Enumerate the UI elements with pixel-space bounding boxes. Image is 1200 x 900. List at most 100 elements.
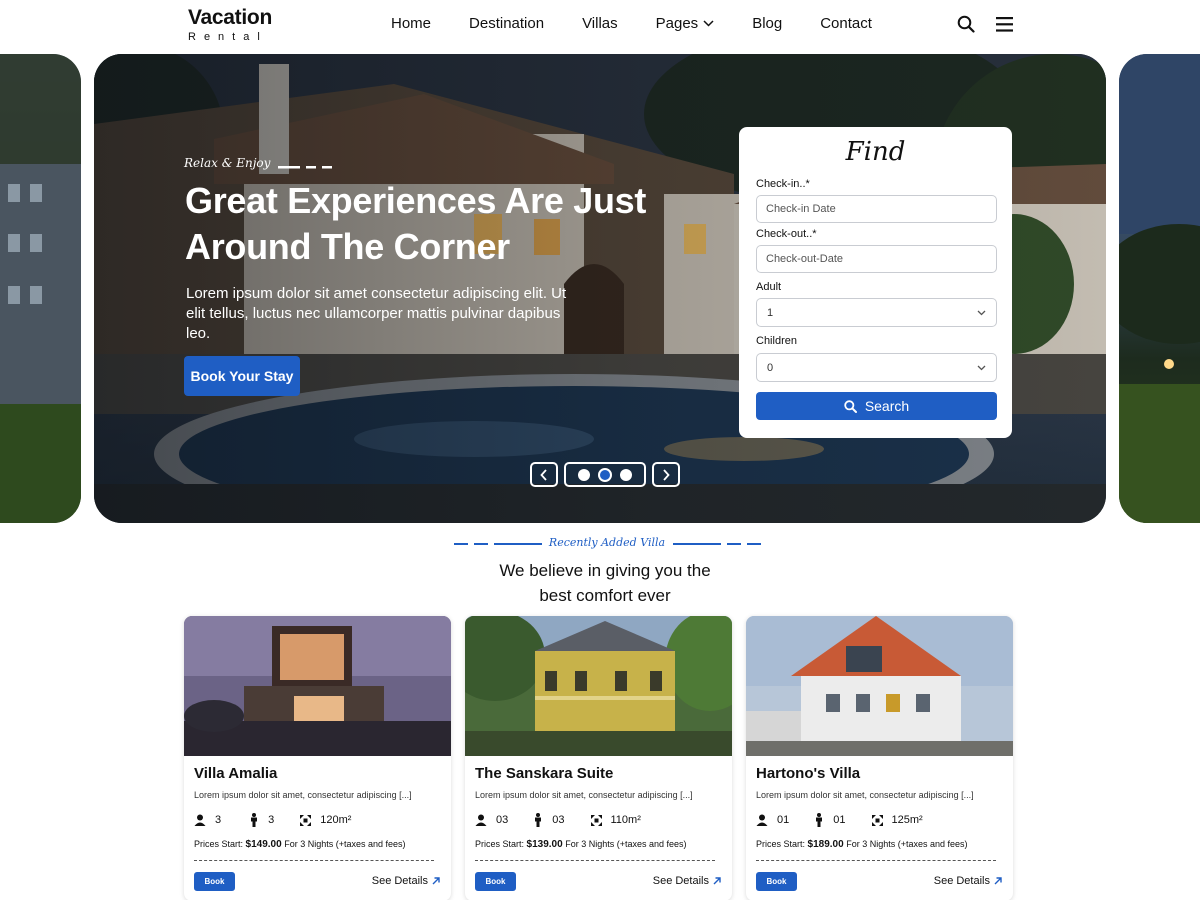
price-note: For 3 Nights (+taxes and fees) — [284, 839, 406, 849]
price-note: For 3 Nights (+taxes and fees) — [846, 839, 968, 849]
adult-select[interactable]: 1 — [756, 298, 997, 327]
card-divider — [756, 860, 996, 861]
book-button[interactable]: Book — [475, 872, 516, 891]
section-title-line-2: best comfort ever — [539, 586, 671, 605]
villa-photo — [746, 616, 1013, 756]
villa-name: Hartono's Villa — [756, 765, 861, 782]
villa-stats: 03 03 110m² — [475, 813, 661, 827]
price-label: Prices Start: — [756, 839, 806, 849]
see-details-link[interactable]: See Details — [372, 875, 440, 887]
villa-photo — [465, 616, 732, 756]
arrow-up-right-icon — [713, 877, 721, 885]
arrow-up-right-icon — [994, 877, 1002, 885]
see-details-link[interactable]: See Details — [934, 875, 1002, 887]
site-header: Vacation Rental Home Destination Villas … — [0, 0, 1200, 52]
nav-pages[interactable]: Pages — [656, 15, 715, 32]
logo-subtitle: Rental — [188, 31, 268, 43]
see-details-link[interactable]: See Details — [653, 875, 721, 887]
checkin-label: Check-in..* — [756, 178, 810, 190]
price-value: $149.00 — [245, 839, 282, 850]
nav-home[interactable]: Home — [391, 15, 431, 32]
area-icon — [300, 814, 312, 826]
area-icon — [590, 814, 602, 826]
chevron-left-icon — [540, 468, 547, 481]
find-title: Find — [845, 137, 906, 167]
next-slide-preview[interactable] — [1119, 54, 1200, 523]
user-icon — [194, 814, 206, 826]
checkout-date-input[interactable]: Check-out-Date — [756, 245, 997, 273]
area-value: 120m² — [320, 814, 352, 826]
section-kicker: Recently Added Villa — [548, 536, 666, 549]
book-your-stay-button[interactable]: Book Your Stay — [184, 356, 300, 396]
guest-count: 3 — [215, 814, 222, 826]
person-icon — [816, 813, 823, 827]
villa-card[interactable]: The Sanskara Suite Lorem ipsum dolor sit… — [465, 616, 732, 900]
villa-price: Prices Start: $139.00 For 3 Nights (+tax… — [475, 839, 687, 850]
room-count: 03 — [552, 814, 565, 826]
villa-photo — [184, 616, 451, 756]
area-value: 110m² — [610, 814, 641, 826]
guest-count: 03 — [496, 814, 509, 826]
search-button-label: Search — [864, 398, 910, 414]
villa-name: The Sanskara Suite — [475, 765, 614, 782]
chevron-down-icon — [977, 365, 986, 370]
slider-dot-1[interactable] — [578, 468, 590, 481]
villa-stats: 3 3 120m² — [194, 813, 371, 827]
checkout-label: Check-out..* — [756, 228, 817, 240]
person-icon — [535, 813, 542, 827]
slider-dot-3[interactable] — [620, 468, 632, 481]
user-icon — [756, 814, 768, 826]
slider-dots — [564, 462, 646, 487]
villa-price: Prices Start: $189.00 For 3 Nights (+tax… — [756, 839, 968, 850]
section-title: We believe in giving you the best comfor… — [0, 558, 1200, 608]
chevron-down-icon — [977, 310, 986, 315]
villa-description: Lorem ipsum dolor sit amet, consectetur … — [475, 790, 693, 800]
slider-next-button[interactable] — [652, 462, 680, 487]
hero-title: Great Experiences Are Just Around The Co… — [185, 180, 647, 267]
logo[interactable]: Vacation Rental — [188, 6, 272, 43]
slider-dot-2[interactable] — [598, 467, 612, 482]
villa-card[interactable]: Hartono's Villa Lorem ipsum dolor sit am… — [746, 616, 1013, 900]
nav-villas[interactable]: Villas — [582, 15, 618, 32]
person-icon — [251, 813, 258, 827]
nav-destination[interactable]: Destination — [469, 15, 544, 32]
book-button[interactable]: Book — [756, 872, 797, 891]
divider-line — [727, 543, 741, 545]
search-icon — [844, 399, 857, 413]
chevron-down-icon — [703, 20, 714, 27]
children-select[interactable]: 0 — [756, 353, 997, 382]
search-button[interactable]: Search — [756, 392, 997, 420]
user-icon — [475, 814, 487, 826]
nav-contact[interactable]: Contact — [820, 15, 872, 32]
room-count: 01 — [833, 814, 846, 826]
book-button[interactable]: Book — [194, 872, 235, 891]
adult-label: Adult — [756, 281, 782, 293]
checkin-date-input[interactable]: Check-in Date — [756, 195, 997, 223]
slider-controls — [530, 462, 680, 487]
villa-card[interactable]: Villa Amalia Lorem ipsum dolor sit amet,… — [184, 616, 451, 900]
previous-slide-preview[interactable] — [0, 54, 81, 523]
search-icon[interactable] — [957, 15, 975, 33]
adult-select-value: 1 — [767, 306, 774, 319]
card-divider — [194, 860, 434, 861]
area-value: 125m² — [891, 814, 923, 826]
villa-description: Lorem ipsum dolor sit amet, consectetur … — [194, 790, 412, 800]
find-booking-form: Find Check-in..* Check-in Date Check-out… — [739, 127, 1012, 438]
see-details-label: See Details — [371, 875, 428, 887]
chevron-right-icon — [663, 468, 670, 481]
room-count: 3 — [268, 814, 275, 826]
see-details-label: See Details — [652, 875, 709, 887]
arrow-up-right-icon — [432, 877, 440, 885]
villa-description: Lorem ipsum dolor sit amet, consectetur … — [756, 790, 974, 800]
divider-line — [673, 543, 721, 545]
section-title-line-1: We believe in giving you the — [499, 561, 711, 580]
menu-icon[interactable] — [996, 17, 1013, 32]
slider-prev-button[interactable] — [530, 462, 558, 487]
card-divider — [475, 860, 715, 861]
tagline-dashes — [278, 166, 332, 169]
villa-price: Prices Start: $149.00 For 3 Nights (+tax… — [194, 839, 406, 850]
nav-pages-label: Pages — [655, 15, 699, 32]
nav-blog[interactable]: Blog — [752, 15, 782, 32]
guest-count: 01 — [777, 814, 790, 826]
main-nav: Home Destination Villas Pages Blog Conta… — [391, 15, 910, 32]
